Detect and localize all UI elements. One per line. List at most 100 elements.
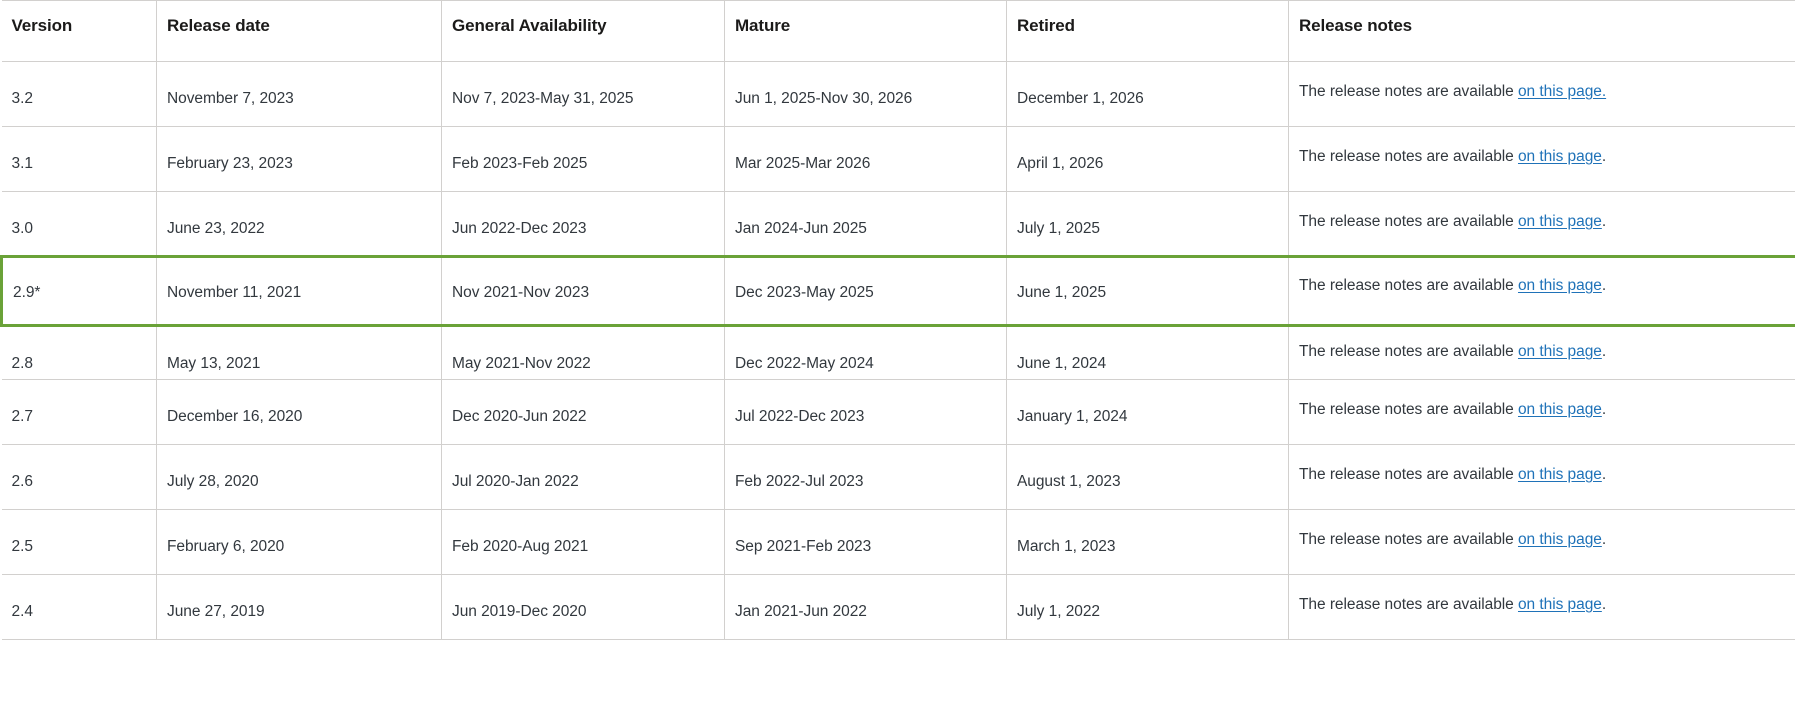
cell-mature: Dec 2022-May 2024: [724, 325, 1007, 380]
release-notes-suffix: .: [1601, 277, 1607, 294]
release-notes-link[interactable]: on this page: [1518, 277, 1602, 294]
cell-version: 2.6: [1, 444, 157, 510]
release-notes-link[interactable]: on this page: [1518, 213, 1602, 230]
cell-general-availability: Jun 2022-Dec 2023: [441, 191, 725, 257]
release-notes-link[interactable]: on this page: [1518, 401, 1602, 418]
cell-release-date: June 27, 2019: [156, 574, 442, 640]
cell-version: 3.1: [1, 126, 157, 192]
cell-mature: Jul 2022-Dec 2023: [724, 379, 1007, 445]
cell-general-availability: Nov 2021-Nov 2023: [441, 255, 725, 327]
release-notes-text: The release notes are available: [1299, 596, 1518, 613]
cell-release-notes: The release notes are available on this …: [1288, 61, 1795, 127]
table-row[interactable]: 2.4 June 27, 2019 Jun 2019-Dec 2020 Jan 202…: [1, 574, 1795, 640]
cell-release-notes: The release notes are available on this …: [1288, 325, 1795, 380]
cell-general-availability: Jun 2019-Dec 2020: [441, 574, 725, 640]
release-notes-text: The release notes are available: [1299, 213, 1518, 230]
release-notes-suffix: .: [1601, 213, 1607, 230]
cell-mature: Sep 2021-Feb 2023: [724, 509, 1007, 575]
cell-version: 3.0: [1, 191, 157, 257]
cell-general-availability: Jul 2020-Jan 2022: [441, 444, 725, 510]
version-lifecycle-table: Version Release date General Availabilit…: [0, 0, 1795, 640]
cell-general-availability: May 2021-Nov 2022: [441, 325, 725, 380]
column-header-version[interactable]: Version: [1, 0, 157, 62]
cell-retired: August 1, 2023: [1006, 444, 1289, 510]
release-notes-suffix: .: [1601, 596, 1607, 613]
table-row[interactable]: 3.0 June 23, 2022 Jun 2022-Dec 2023 Jan 202…: [1, 191, 1795, 257]
column-header-retired[interactable]: Retired: [1006, 0, 1289, 62]
column-header-release-notes[interactable]: Release notes: [1288, 0, 1795, 62]
cell-release-notes: The release notes are available on this …: [1288, 191, 1795, 257]
release-notes-suffix: .: [1601, 466, 1607, 483]
table-row[interactable]: 2.5 February 6, 2020 Feb 2020-Aug 2021 Sep …: [1, 509, 1795, 575]
cell-retired: July 1, 2025: [1006, 191, 1289, 257]
release-notes-link[interactable]: on this page: [1518, 148, 1602, 165]
cell-version: 2.5: [1, 509, 157, 575]
cell-release-date: July 28, 2020: [156, 444, 442, 510]
table-body: 3.2 November 7, 2023 Nov 7, 2023-May 31, 2…: [0, 61, 1795, 640]
cell-mature: Jan 2024-Jun 2025: [724, 191, 1007, 257]
cell-release-date: November 11, 2021: [156, 255, 442, 327]
release-notes-suffix: .: [1601, 343, 1607, 360]
cell-mature: Jan 2021-Jun 2022: [724, 574, 1007, 640]
release-notes-link[interactable]: on this page: [1518, 531, 1602, 548]
column-header-release-date[interactable]: Release date: [156, 0, 442, 62]
cell-release-date: February 6, 2020: [156, 509, 442, 575]
table-row[interactable]: 3.2 November 7, 2023 Nov 7, 2023-May 31, 2…: [1, 61, 1795, 127]
cell-general-availability: Feb 2020-Aug 2021: [441, 509, 725, 575]
cell-general-availability: Nov 7, 2023-May 31, 2025: [441, 61, 725, 127]
release-notes-link[interactable]: on this page: [1518, 596, 1602, 613]
table-row[interactable]: 2.9* November 11, 2021 Nov 2021-Nov 2023 De…: [0, 255, 1795, 327]
cell-release-date: December 16, 2020: [156, 379, 442, 445]
cell-version: 2.4: [1, 574, 157, 640]
cell-mature: Mar 2025-Mar 2026: [724, 126, 1007, 192]
cell-version: 2.7: [1, 379, 157, 445]
column-header-general-availability[interactable]: General Availability: [441, 0, 725, 62]
cell-retired: January 1, 2024: [1006, 379, 1289, 445]
release-notes-text: The release notes are available: [1299, 343, 1518, 360]
release-notes-suffix: .: [1601, 148, 1607, 165]
release-notes-suffix: .: [1601, 531, 1607, 548]
table-header-row: Version Release date General Availabilit…: [1, 0, 1795, 62]
table-row[interactable]: 2.6 July 28, 2020 Jul 2020-Jan 2022 Feb 202…: [1, 444, 1795, 510]
cell-retired: June 1, 2024: [1006, 325, 1289, 380]
release-notes-link[interactable]: on this page.: [1518, 83, 1606, 100]
cell-retired: July 1, 2022: [1006, 574, 1289, 640]
version-lifecycle-table-container: Version Release date General Availabilit…: [0, 0, 1795, 720]
cell-general-availability: Feb 2023-Feb 2025: [441, 126, 725, 192]
table-row[interactable]: 2.8 May 13, 2021 May 2021-Nov 2022 Dec 2022…: [1, 325, 1795, 380]
cell-release-notes: The release notes are available on this …: [1288, 444, 1795, 510]
release-notes-link[interactable]: on this page: [1518, 343, 1602, 360]
cell-release-date: June 23, 2022: [156, 191, 442, 257]
cell-release-notes: The release notes are available on this …: [1288, 379, 1795, 445]
release-notes-text: The release notes are available: [1299, 531, 1518, 548]
cell-release-notes: The release notes are available on this …: [1288, 574, 1795, 640]
cell-retired: April 1, 2026: [1006, 126, 1289, 192]
table-row[interactable]: 2.7 December 16, 2020 Dec 2020-Jun 2022 Jul…: [1, 379, 1795, 445]
release-notes-text: The release notes are available: [1299, 148, 1518, 165]
cell-mature: Feb 2022-Jul 2023: [724, 444, 1007, 510]
release-notes-suffix: .: [1601, 401, 1607, 418]
column-header-mature[interactable]: Mature: [724, 0, 1007, 62]
cell-release-notes: The release notes are available on this …: [1288, 509, 1795, 575]
release-notes-link[interactable]: on this page: [1518, 466, 1602, 483]
cell-release-notes: The release notes are available on this …: [1288, 126, 1795, 192]
cell-retired: March 1, 2023: [1006, 509, 1289, 575]
cell-retired: December 1, 2026: [1006, 61, 1289, 127]
cell-version: 2.9*: [0, 255, 157, 327]
release-notes-text: The release notes are available: [1299, 401, 1518, 418]
cell-release-date: February 23, 2023: [156, 126, 442, 192]
cell-mature: Dec 2023-May 2025: [724, 255, 1007, 327]
release-notes-text: The release notes are available: [1299, 277, 1518, 294]
cell-mature: Jun 1, 2025-Nov 30, 2026: [724, 61, 1007, 127]
cell-retired: June 1, 2025: [1006, 255, 1289, 327]
cell-release-date: November 7, 2023: [156, 61, 442, 127]
table-row[interactable]: 3.1 February 23, 2023 Feb 2023-Feb 2025 Mar…: [1, 126, 1795, 192]
release-notes-text: The release notes are available: [1299, 83, 1518, 100]
cell-general-availability: Dec 2020-Jun 2022: [441, 379, 725, 445]
cell-release-date: May 13, 2021: [156, 325, 442, 380]
cell-version: 3.2: [1, 61, 157, 127]
cell-version: 2.8: [1, 325, 157, 380]
release-notes-text: The release notes are available: [1299, 466, 1518, 483]
cell-release-notes: The release notes are available on this …: [1288, 255, 1795, 327]
table-header: Version Release date General Availabilit…: [1, 0, 1795, 62]
